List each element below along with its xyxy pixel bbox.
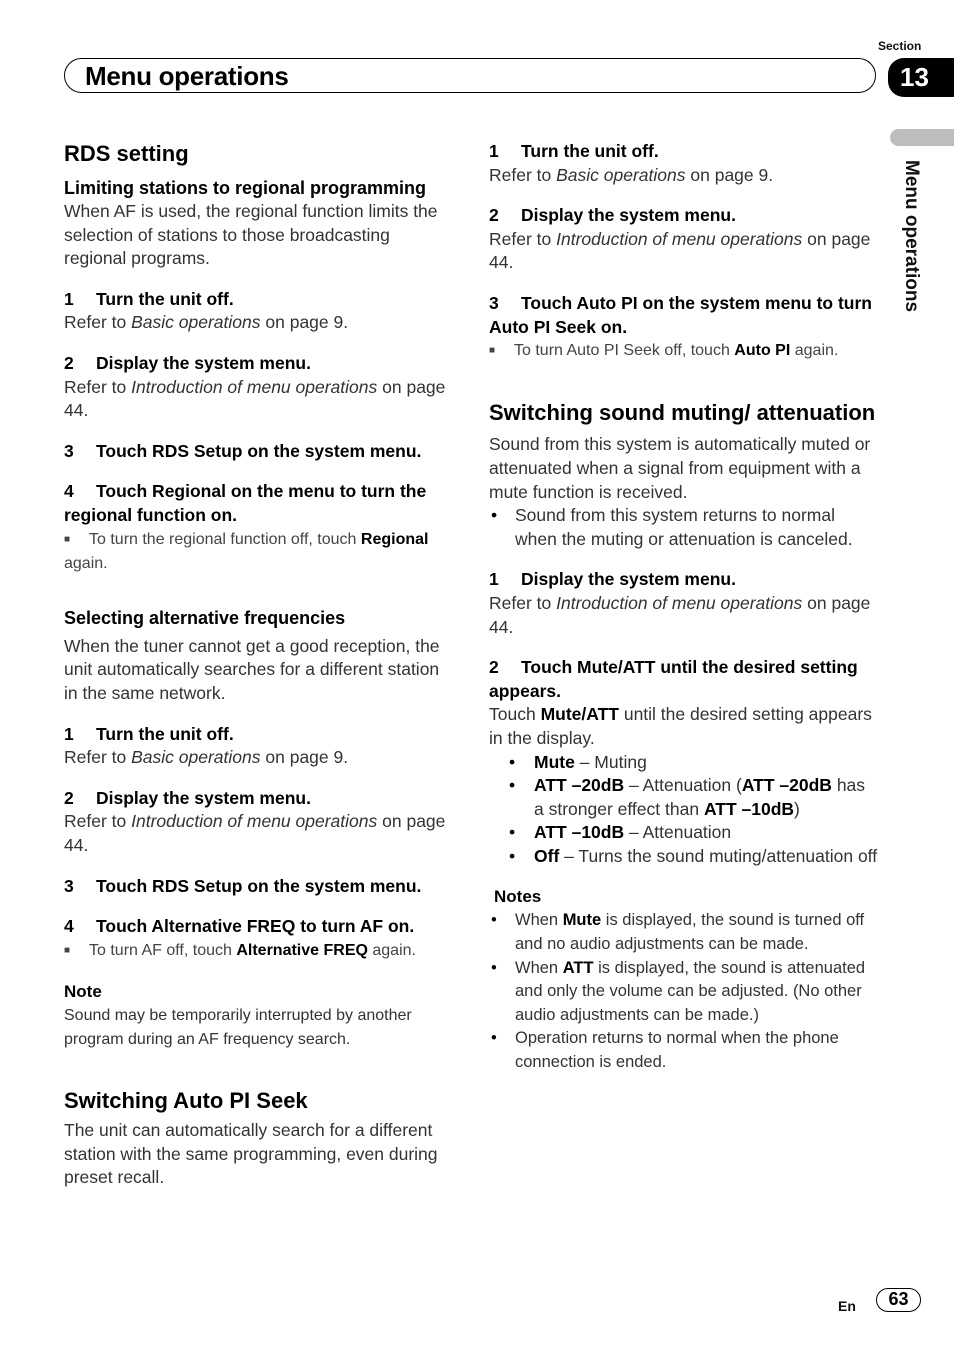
page-number: 63 [876,1288,921,1312]
option-item: ATT –10dB – Attenuation [489,821,879,845]
autopi-intro: The unit can automatically search for a … [64,1120,438,1188]
notes-list: When Mute is displayed, the sound is tur… [489,909,879,1074]
step-ref: Refer to Introduction of menu operations… [64,811,446,855]
step-detail: Touch Mute/ATT until the desired setting… [489,704,872,748]
step-ref: Refer to Basic operations on page 9. [64,747,349,768]
step-ref: Refer to Basic operations on page 9. [64,312,349,333]
side-tab-marker [890,129,954,146]
tip: ■ To turn AF off, touch Alternative FREQ … [64,939,454,963]
note-heading: Note [64,981,102,1001]
step-ref: Refer to Introduction of menu operations… [489,228,871,273]
mute-heading: Switching sound muting/ attenuation [489,400,876,426]
side-tab-label: Menu operations [901,160,922,313]
note-item: When ATT is displayed, the sound is atte… [489,957,879,1028]
step: 4 Touch Regional on the menu to turn the … [64,481,427,525]
square-bullet-icon: ■ [489,345,496,357]
step-ref: Refer to Basic operations on page 9. [489,164,774,185]
step: 2 Display the system menu. [489,205,736,226]
option-item: Off – Turns the sound muting/attenuation… [489,845,879,869]
regional-heading: Limiting stations to regional programmin… [64,178,427,198]
language-label: En [838,1298,856,1314]
autopi-heading: Switching Auto PI Seek [64,1088,308,1114]
tip: ■ To turn the regional function off, touc… [64,528,454,576]
step: 2 Display the system menu. [64,352,311,373]
list-item: Sound from this system returns to normal… [489,504,879,551]
note-text: Sound may be temporarily interrupted by … [64,1006,412,1048]
step: 3 Touch RDS Setup on the system menu. [64,440,422,461]
step-ref: Refer to Introduction of menu operations… [489,592,871,637]
step-ref: Refer to Introduction of menu operations… [64,376,446,421]
af-intro: When the tuner cannot get a good recepti… [64,635,440,703]
mute-bullets: Sound from this system returns to normal… [489,504,879,551]
step: 1 Turn the unit off. [64,723,234,744]
page-header: Menu operations [64,58,876,93]
step: 1 Turn the unit off. [64,288,234,309]
right-column: 1 Turn the unit off. Refer to Basic opera… [489,140,879,1075]
regional-intro: When AF is used, the regional function l… [64,201,438,269]
square-bullet-icon: ■ [64,533,71,545]
square-bullet-icon: ■ [64,944,71,956]
af-heading: Selecting alternative frequencies [64,607,346,628]
tip: ■ To turn Auto PI Seek off, touch Auto PI… [489,339,879,363]
option-item: ATT –20dB – Attenuation (ATT –20dB has a… [489,774,879,821]
section-number-badge: 13 [888,58,954,97]
notes-heading: Notes [494,887,542,907]
page-title: Menu operations [85,61,289,91]
note-item: Operation returns to normal when the pho… [489,1027,879,1074]
section-label: Section [878,39,922,53]
step: 1 Turn the unit off. [489,141,659,161]
step: 3 Touch Auto PI on the system menu to tur… [489,292,872,337]
mute-options: Mute – Muting ATT –20dB – Attenuation (A… [489,751,879,869]
rds-heading: RDS setting [64,141,189,166]
step: 2 Display the system menu. [64,787,311,808]
step: 4 Touch Alternative FREQ to turn AF on. [64,916,415,937]
step: 3 Touch RDS Setup on the system menu. [64,875,422,896]
step: 1 Display the system menu. [489,569,736,590]
note-item: When Mute is displayed, the sound is tur… [489,909,879,956]
option-item: Mute – Muting [489,751,879,775]
mute-intro: Sound from this system is automatically … [489,434,871,502]
step: 2 Touch Mute/ATT until the desired settin… [489,657,858,701]
left-column: RDS setting Limiting stations to regiona… [64,140,454,1190]
